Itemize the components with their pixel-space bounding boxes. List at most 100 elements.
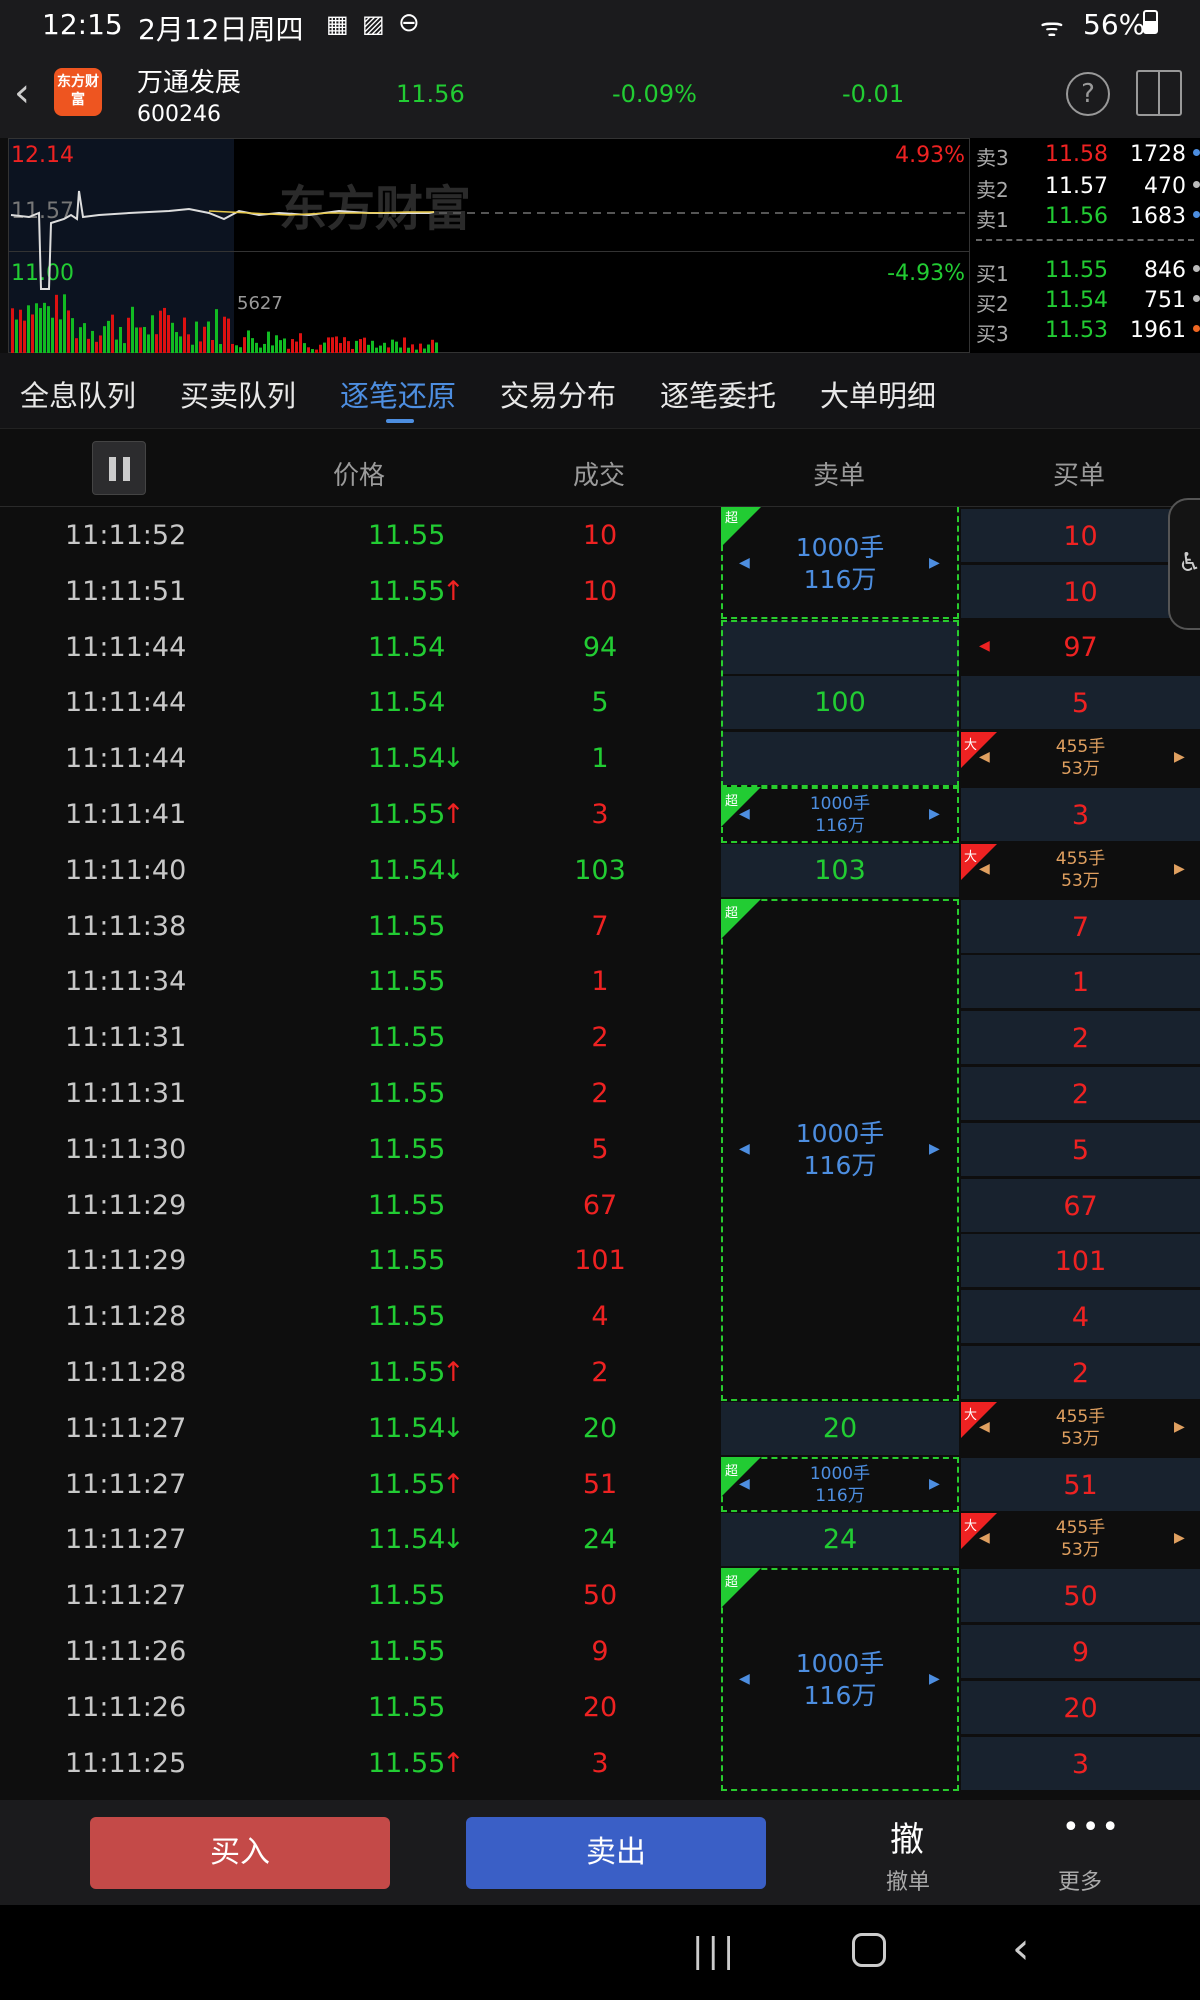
volume-bar: [367, 344, 370, 353]
table-row[interactable]: 11:11:27 11.55 ↑ 51 51: [0, 1457, 1200, 1513]
buy-volume: 4: [1071, 1302, 1090, 1333]
large-order-qty: 455手: [1055, 737, 1106, 757]
table-row[interactable]: 11:11:52 11.55 10 10: [0, 508, 1200, 564]
split-screen-icon[interactable]: [1136, 70, 1182, 116]
trade-price: 11.55: [368, 1022, 446, 1053]
volume-bar: [355, 340, 358, 353]
orderbook-row[interactable]: 卖3 11.58 1728: [970, 140, 1200, 170]
volume-bar: [295, 341, 298, 353]
back-icon[interactable]: ‹: [14, 70, 30, 116]
calendar-icon: ▦: [326, 10, 349, 38]
table-row[interactable]: 11:11:30 11.55 5 5: [0, 1122, 1200, 1178]
volume-bar: [283, 338, 286, 353]
trade-list[interactable]: 11:11:52 11.55 10 10 11:11:51 11.55 ↑ 10 …: [0, 507, 1200, 1800]
buy-cell: 10: [961, 565, 1200, 618]
volume-bar: [267, 331, 270, 353]
home-icon[interactable]: [852, 1933, 886, 1967]
table-row[interactable]: 11:11:25 11.55 ↑ 3 3: [0, 1736, 1200, 1792]
orderbook-price: 11.53: [1045, 318, 1108, 343]
stock-name: 万通发展: [137, 68, 242, 98]
trade-volume: 1: [591, 743, 609, 774]
help-icon[interactable]: ?: [1066, 72, 1110, 116]
buy-button[interactable]: 买入: [90, 1817, 390, 1889]
volume-bar: [15, 319, 18, 353]
trade-direction-icon: ↓: [442, 743, 465, 774]
volume-bar: [47, 306, 50, 353]
trade-price: 11.55: [368, 1245, 446, 1276]
intraday-chart[interactable]: 东方财富 12.14 11.57 11.00 4.93% -4.93% 5627: [8, 138, 970, 353]
app-logo: 东方财富: [54, 68, 102, 116]
table-row[interactable]: 11:11:38 11.55 7 7: [0, 899, 1200, 955]
more-label[interactable]: 更多: [1058, 1864, 1102, 1896]
orderbook-row[interactable]: 卖1 11.56 1683: [970, 202, 1200, 232]
buy-cell: 101: [961, 1234, 1200, 1287]
volume-bar: [279, 340, 282, 353]
volume-bar: [159, 310, 162, 353]
table-row[interactable]: 11:11:44 11.54 5 5: [0, 675, 1200, 731]
trade-volume: 9: [591, 1636, 609, 1667]
tab-bid-ask-queue[interactable]: 买卖队列: [180, 373, 296, 415]
volume-bar: [243, 337, 246, 353]
volume-bar: [299, 333, 302, 353]
trade-price: 11.55: [368, 1078, 446, 1109]
pause-icon[interactable]: [92, 441, 146, 495]
status-time: 12:15: [42, 8, 123, 41]
orderbook-row[interactable]: 卖2 11.57 470: [970, 172, 1200, 202]
large-order-amount: 53万: [1061, 1540, 1100, 1560]
volume-bar: [223, 316, 226, 353]
volume-bar: [127, 317, 130, 353]
volume-bar: [427, 344, 430, 353]
trade-price: 11.55: [368, 1301, 446, 1332]
orderbook-row[interactable]: 买3 11.53 1961: [970, 316, 1200, 346]
table-row[interactable]: 11:11:34 11.55 1 1: [0, 954, 1200, 1010]
buy-volume: 3: [1071, 800, 1090, 831]
volume-bar: [395, 341, 398, 353]
buy-cell: 3: [961, 788, 1200, 841]
nav-back-icon[interactable]: ‹: [1012, 1923, 1030, 1974]
recents-icon[interactable]: |||: [692, 1931, 738, 1971]
more-icon[interactable]: •••: [1062, 1810, 1121, 1845]
table-row[interactable]: 11:11:31 11.55 2 2: [0, 1010, 1200, 1066]
table-row[interactable]: 11:11:51 11.55 ↑ 10 10: [0, 564, 1200, 620]
tab-large-orders[interactable]: 大单明细: [820, 373, 936, 415]
trade-volume: 101: [574, 1245, 626, 1276]
stock-change: -0.01: [842, 80, 905, 108]
cancel-order-icon[interactable]: 撤: [890, 1812, 924, 1861]
trade-time: 11:11:26: [65, 1636, 187, 1667]
table-row[interactable]: 11:11:28 11.55 4 4: [0, 1289, 1200, 1345]
volume-bar: [227, 318, 230, 353]
table-row[interactable]: 11:11:29 11.55 67 67: [0, 1178, 1200, 1234]
orderbook-row[interactable]: 买2 11.54 751: [970, 286, 1200, 316]
table-row[interactable]: 11:11:28 11.55 ↑ 2 2: [0, 1345, 1200, 1401]
orderbook-volume: 1683: [1130, 204, 1186, 229]
sell-button[interactable]: 卖出: [466, 1817, 766, 1889]
sell-order-group[interactable]: [721, 620, 959, 787]
trade-volume: 5: [591, 687, 609, 718]
trade-volume: 10: [582, 576, 618, 607]
table-row[interactable]: 11:11:26 11.55 20 20: [0, 1680, 1200, 1736]
tab-tick-orders[interactable]: 逐笔委托: [660, 373, 776, 415]
volume-bar: [31, 314, 34, 353]
buy-volume: 2: [1071, 1358, 1090, 1389]
tab-trade-distribution[interactable]: 交易分布: [500, 373, 616, 415]
trade-time: 11:11:28: [65, 1357, 187, 1388]
table-row[interactable]: 11:11:41 11.55 ↑ 3 3: [0, 787, 1200, 843]
volume-bar: [79, 327, 82, 353]
table-row[interactable]: 11:11:29 11.55 101 101: [0, 1233, 1200, 1289]
cancel-order-label[interactable]: 撤单: [886, 1864, 930, 1896]
trade-time: 11:11:40: [65, 855, 187, 886]
table-row[interactable]: 11:11:27 11.55 50 50: [0, 1568, 1200, 1624]
tab-full-queue[interactable]: 全息队列: [20, 373, 136, 415]
accessibility-handle[interactable]: ♿: [1168, 498, 1200, 630]
trade-price: 11.55: [368, 799, 446, 830]
orderbook-row[interactable]: 买1 11.55 846: [970, 256, 1200, 286]
volume-bar: [323, 342, 326, 353]
volume-bar: [139, 327, 142, 353]
volume-bar: [271, 345, 274, 353]
volume-bar: [219, 344, 222, 353]
orderbook-label: 买1: [976, 262, 1009, 286]
tab-tick-restore[interactable]: 逐笔还原: [340, 373, 456, 415]
orderbook-volume: 470: [1144, 174, 1186, 199]
table-row[interactable]: 11:11:26 11.55 9 9: [0, 1624, 1200, 1680]
table-row[interactable]: 11:11:31 11.55 2 2: [0, 1066, 1200, 1122]
